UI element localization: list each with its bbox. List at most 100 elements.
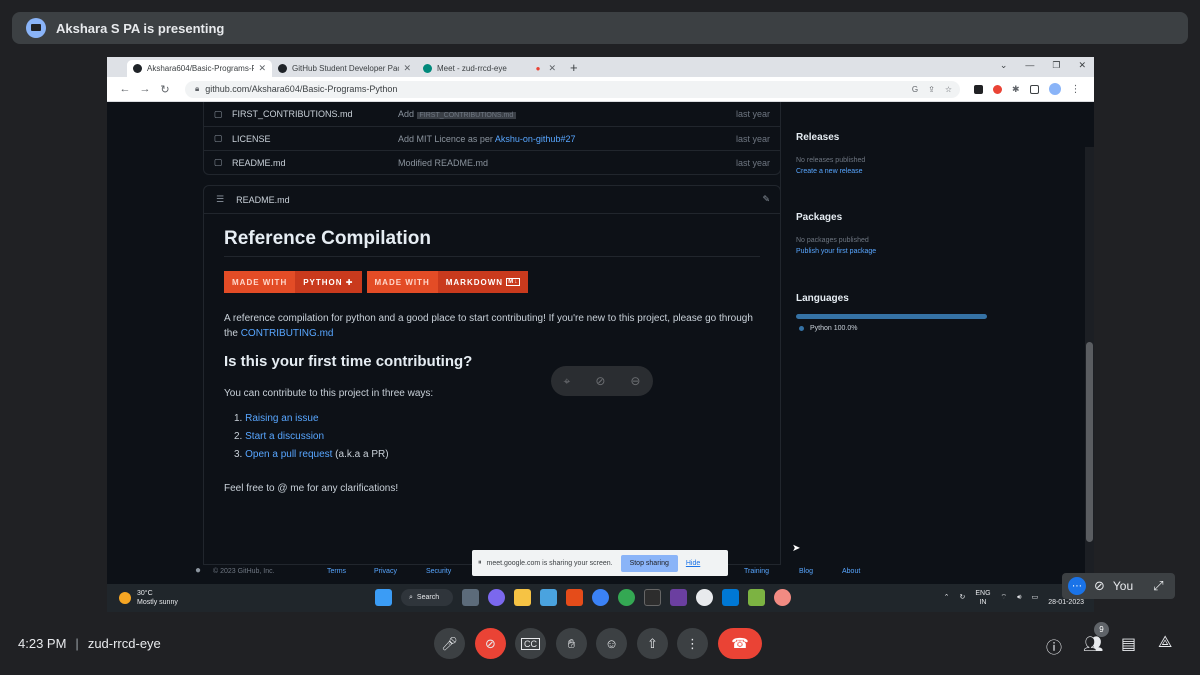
language-item[interactable]: Python 100.0% [796, 325, 996, 332]
contributing-link[interactable]: CONTRIBUTING.md [241, 328, 334, 339]
pin-off-icon[interactable]: ⌖ [564, 374, 571, 389]
minimize-icon[interactable]: — [1025, 60, 1034, 71]
file-date: last year [735, 109, 770, 119]
jetbrains-icon[interactable] [670, 589, 688, 606]
readme-filename: README.md [236, 194, 290, 205]
page-scrollbar[interactable] [1085, 147, 1094, 612]
scrollbar-thumb[interactable] [1086, 342, 1093, 542]
share-icon[interactable]: ⇪ [928, 85, 935, 94]
clock-app-icon[interactable] [696, 589, 714, 606]
tab-meet[interactable]: Meet - zud-rrcd-eye ● ✕ [417, 60, 562, 77]
weather-widget[interactable]: 30°C Mostly sunny [119, 589, 178, 607]
sync-icon[interactable]: ↻ [960, 593, 966, 602]
menu-icon[interactable]: ⋮ [1071, 84, 1081, 95]
stop-sharing-button[interactable]: Stop sharing [620, 554, 678, 572]
end-call-button[interactable]: ☎︎ [718, 628, 762, 659]
puzzle-icon[interactable]: ✱ [1012, 84, 1020, 95]
info-icon[interactable]: ⓘ [1046, 634, 1062, 658]
pull-request-link[interactable]: Open a pull request [245, 449, 332, 460]
start-discussion-link[interactable]: Start a discussion [245, 431, 324, 442]
present-button[interactable]: ⇧ [637, 628, 668, 659]
file-name[interactable]: FIRST_CONTRIBUTIONS.md [232, 109, 398, 119]
markdown-badge[interactable]: MADE WITH MARKDOWN M↓ [366, 271, 529, 293]
terminal-icon[interactable] [644, 589, 662, 606]
commit-link[interactable]: Akshu-on-github#27 [495, 134, 576, 144]
footer-link-training[interactable]: Training [744, 568, 769, 575]
close-icon[interactable]: ✕ [258, 63, 266, 74]
list-icon[interactable]: ☰ [216, 194, 224, 205]
drag-handle-icon[interactable]: ⏸ [478, 559, 482, 567]
microphone-button[interactable]: 🎤︎ [434, 628, 465, 659]
wifi-icon[interactable]: ⌔ [1001, 593, 1008, 602]
presenter-text: Akshara S PA is presenting [56, 20, 225, 36]
file-row[interactable]: ▢ README.md Modified README.md last year [204, 150, 780, 174]
star-icon[interactable]: ☆ [945, 85, 952, 94]
chat-icon[interactable] [488, 589, 506, 606]
restore-icon[interactable]: ❐ [1052, 60, 1060, 71]
footer-link-security[interactable]: Security [426, 568, 451, 575]
windows-start-icon[interactable] [375, 589, 392, 606]
raise-hand-button[interactable]: ✋︎ [556, 628, 587, 659]
close-window-icon[interactable]: ✕ [1078, 60, 1086, 71]
footer-link-blog[interactable]: Blog [799, 568, 813, 575]
hide-banner-link[interactable]: Hide [686, 560, 700, 567]
emoji-reaction-button[interactable]: ☺ [596, 628, 627, 659]
extension-icon[interactable] [974, 84, 983, 94]
profile-avatar[interactable] [1048, 83, 1061, 95]
close-icon[interactable]: ✕ [403, 63, 411, 74]
tray-overflow-icon[interactable]: ⌃ [944, 593, 950, 602]
activities-icon[interactable]: ⟁ [1158, 634, 1172, 652]
volume-icon[interactable]: 🔊︎ [1017, 593, 1021, 602]
footer-link-privacy[interactable]: Privacy [374, 568, 397, 575]
footer-link-about[interactable]: About [842, 568, 860, 575]
tab-github-student-pack[interactable]: GitHub Student Developer Pack ✕ [272, 60, 417, 77]
media-icon[interactable] [592, 589, 610, 606]
file-explorer-icon[interactable] [514, 589, 532, 606]
file-name[interactable]: README.md [232, 158, 398, 168]
meet-icon [423, 64, 432, 73]
opera-icon[interactable] [993, 84, 1002, 94]
file-name[interactable]: LICENSE [232, 134, 398, 144]
python-badge[interactable]: MADE WITH PYTHON ✚ [224, 271, 362, 293]
snip-tool-icon[interactable] [774, 589, 792, 606]
self-tile[interactable]: ⋯ ⊘ You ⤢ [1062, 573, 1175, 599]
people-icon[interactable]: 👥︎ [1083, 634, 1103, 654]
file-row[interactable]: ▢ LICENSE Add MIT Licence as per Akshu-o… [204, 126, 780, 150]
taskbar-date[interactable]: 28-01-2023 [1048, 598, 1084, 607]
footer-link-terms[interactable]: Terms [327, 568, 346, 575]
google-icon[interactable]: G [912, 85, 918, 94]
chat-icon[interactable]: ▤ [1121, 634, 1136, 654]
expand-icon[interactable]: ⤢ [1153, 578, 1163, 594]
vscode-icon[interactable] [722, 589, 740, 606]
task-view-icon[interactable] [462, 589, 480, 606]
close-icon[interactable]: ✕ [548, 63, 556, 74]
tab-search-icon[interactable]: ⌄ [1000, 60, 1008, 71]
create-release-link[interactable]: Create a new release [796, 168, 996, 175]
minecraft-icon[interactable] [748, 589, 766, 606]
address-bar[interactable]: 🔒︎ github.com/Akshara604/Basic-Programs-… [185, 80, 960, 98]
reload-icon[interactable]: ↻ [155, 83, 175, 96]
pencil-icon[interactable]: ✎ [762, 194, 770, 205]
battery-icon[interactable]: ▭ [1032, 593, 1039, 602]
publish-package-link[interactable]: Publish your first package [796, 248, 996, 255]
remove-icon[interactable]: ⊖ [630, 374, 640, 388]
new-tab-button[interactable]: + [570, 60, 578, 75]
raise-issue-link[interactable]: Raising an issue [245, 413, 318, 424]
forward-icon[interactable]: → [135, 83, 155, 95]
more-options-button[interactable]: ⋮ [677, 628, 708, 659]
mute-icon[interactable]: ⊘ [595, 374, 605, 388]
back-icon[interactable]: ← [115, 83, 135, 95]
taskbar-search[interactable]: ⌕ Search [401, 589, 454, 606]
releases-status: No releases published [796, 157, 866, 164]
tab-github-repo[interactable]: Akshara604/Basic-Programs-Pyt ✕ [127, 60, 272, 77]
file-row[interactable]: ▢ FIRST_CONTRIBUTIONS.md Add FIRST_CONTR… [204, 102, 780, 126]
captions-button[interactable]: CC [515, 628, 546, 659]
sidepanel-icon[interactable] [1029, 84, 1039, 94]
camera-toggle-button[interactable]: ⊘ [475, 628, 506, 659]
brave-icon[interactable] [566, 589, 584, 606]
hand-icon: ✋︎ [567, 635, 576, 651]
more-options-icon[interactable]: ⋯ [1068, 577, 1086, 595]
language-indicator[interactable]: ENG IN [975, 589, 990, 607]
chrome-icon[interactable] [618, 589, 636, 606]
l-app-icon[interactable] [540, 589, 558, 606]
